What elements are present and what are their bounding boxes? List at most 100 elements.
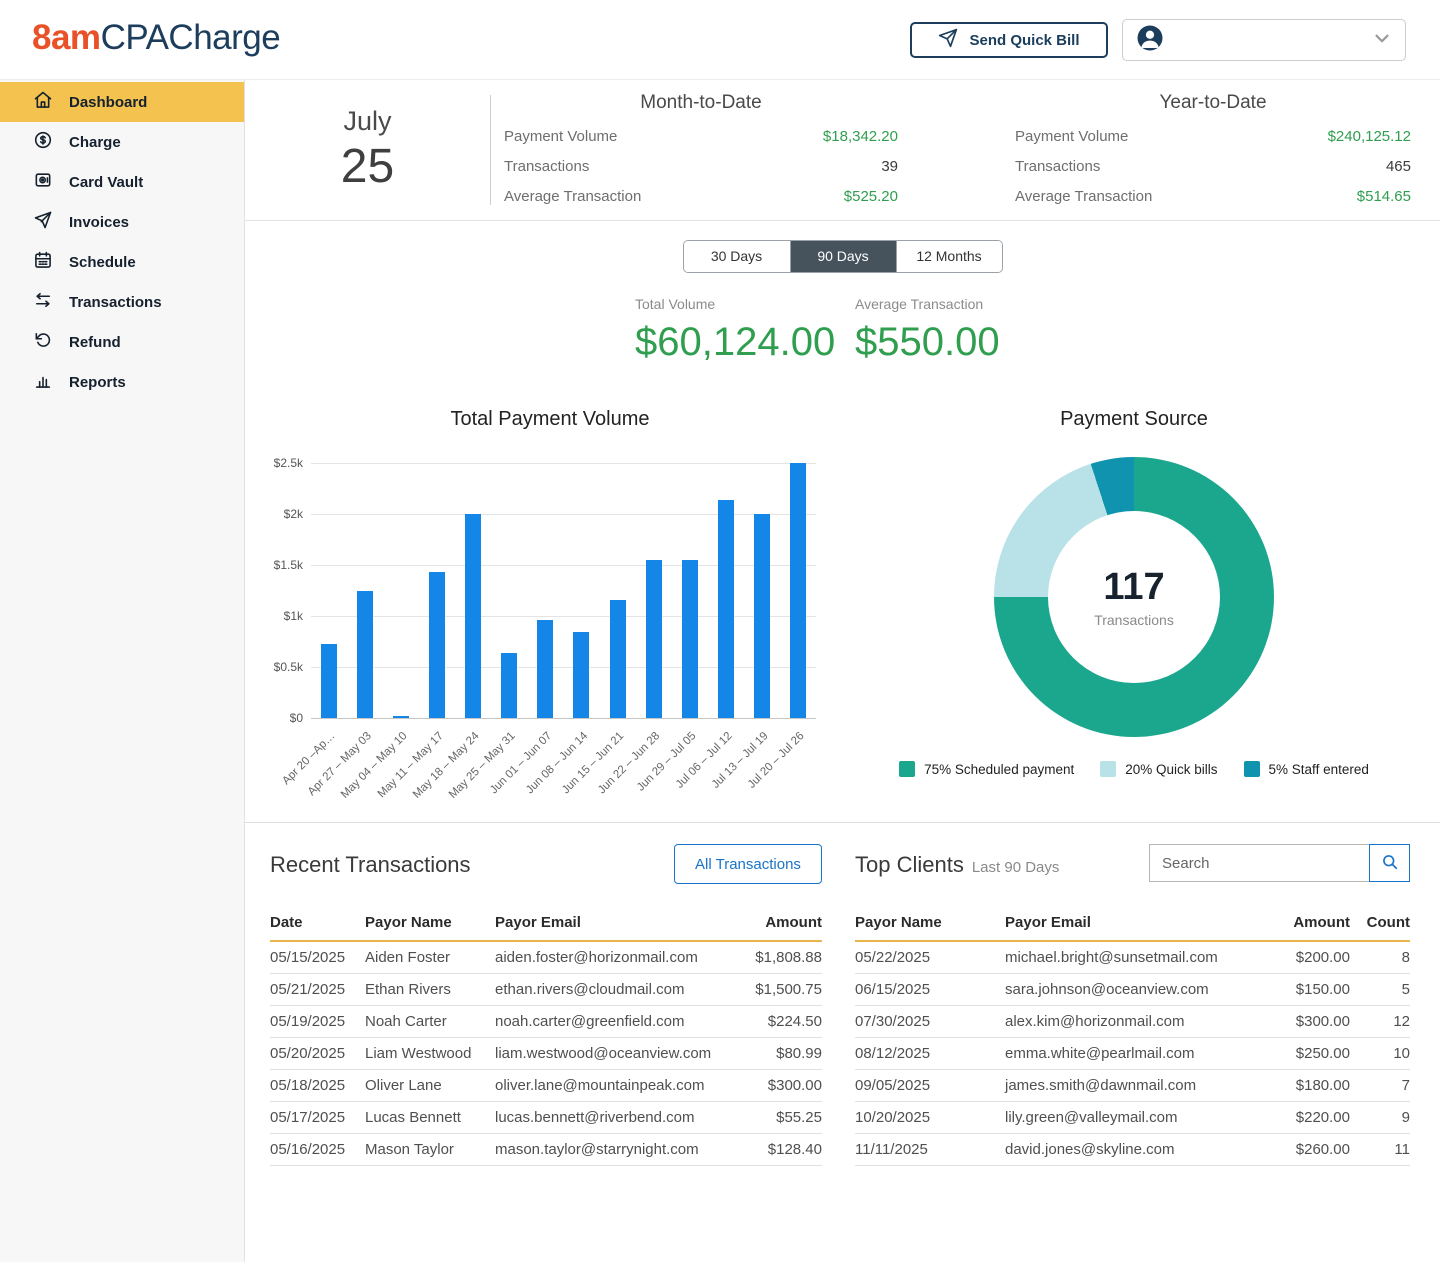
stat-value: 39 <box>881 158 898 175</box>
period-tab-group: 30 Days 90 Days 12 Months <box>683 240 1003 273</box>
table-row: 05/16/2025Mason Taylormason.taylor@starr… <box>270 1133 822 1165</box>
stat-value: $18,342.20 <box>823 128 898 145</box>
table-row: 08/12/2025emma.white@pearlmail.com$250.0… <box>855 1037 1410 1069</box>
bar <box>718 500 734 718</box>
vertical-divider <box>490 95 491 205</box>
table-cell: Oliver Lane <box>365 1069 495 1101</box>
total-volume-value: $60,124.00 <box>635 320 835 365</box>
stat-value: $514.65 <box>1357 188 1411 205</box>
stat-value: $240,125.12 <box>1328 128 1411 145</box>
x-axis-label: May 11 – May 17 <box>375 730 445 800</box>
search-icon <box>1380 852 1400 875</box>
bar <box>790 463 806 718</box>
recent-transactions-table: Date Payor Name Payor Email Amount 05/15… <box>270 906 822 1166</box>
x-axis-label: Apr 27 – May 03 <box>305 730 373 798</box>
x-axis-label: Jun 08 – Jun 14 <box>524 730 590 796</box>
table-cell: 09/05/2025 <box>855 1069 1005 1101</box>
user-avatar-icon <box>1135 23 1165 58</box>
sidebar-item-reports[interactable]: Reports <box>0 362 244 402</box>
tab-90-days[interactable]: 90 Days <box>790 241 896 272</box>
total-payment-volume-chart: Total Payment Volume $0$0.5k$1k$1.5k$2k$… <box>265 408 835 802</box>
sidebar-item-card-vault[interactable]: Card Vault <box>0 162 244 202</box>
table-cell: sara.johnson@oceanview.com <box>1005 973 1260 1005</box>
x-axis-label: May 25 – May 31 <box>447 730 518 801</box>
table-row: 11/11/2025david.jones@skyline.com$260.00… <box>855 1133 1410 1165</box>
bar <box>357 591 373 719</box>
top-clients-panel: Top ClientsLast 90 Days Payor Name Payor… <box>855 840 1410 1166</box>
bar <box>610 600 626 718</box>
table-header-row: Payor Name Payor Email Amount Count <box>855 906 1410 941</box>
table-cell: $300.00 <box>1260 1005 1350 1037</box>
send-quick-bill-label: Send Quick Bill <box>969 32 1079 49</box>
payment-source-chart: Payment Source 117 Transactions 75% Sche… <box>849 408 1419 777</box>
table-cell: mason.taylor@starrynight.com <box>495 1133 722 1165</box>
table-cell: 10 <box>1350 1037 1410 1069</box>
table-row: 10/20/2025lily.green@valleymail.com$220.… <box>855 1101 1410 1133</box>
sidebar-item-schedule[interactable]: Schedule <box>0 242 244 282</box>
chevron-down-icon <box>1371 27 1393 54</box>
sidebar-item-label: Reports <box>69 374 126 391</box>
x-axis-label: May 04 – May 10 <box>339 730 410 801</box>
top-header: 8amCPACharge Send Quick Bill <box>0 0 1440 80</box>
table-row: 05/20/2025Liam Westwoodliam.westwood@oce… <box>270 1037 822 1069</box>
table-cell: Lucas Bennett <box>365 1101 495 1133</box>
year-to-date-group: Year-to-Date Payment Volume $240,125.12 … <box>1015 92 1411 211</box>
recent-transactions-header: Recent Transactions All Transactions <box>270 840 822 892</box>
bar <box>754 514 770 718</box>
table-cell: 05/20/2025 <box>270 1037 365 1069</box>
sidebar-item-transactions[interactable]: Transactions <box>0 282 244 322</box>
bar-chart-icon <box>33 370 53 394</box>
date-day: 25 <box>245 139 490 194</box>
tab-12-months[interactable]: 12 Months <box>896 241 1002 272</box>
sidebar-item-dashboard[interactable]: Dashboard <box>0 82 244 122</box>
dashboard-page: 8amCPACharge Send Quick Bill Dashboard C… <box>0 0 1440 1262</box>
legend-swatch <box>1100 761 1116 777</box>
all-transactions-button[interactable]: All Transactions <box>674 844 822 884</box>
sidebar-item-label: Transactions <box>69 294 162 311</box>
main-content: July 25 Month-to-Date Payment Volume $18… <box>245 80 1440 1262</box>
stat-line: Average Transaction $525.20 <box>504 181 898 211</box>
table-cell: Liam Westwood <box>365 1037 495 1069</box>
sidebar-item-invoices[interactable]: Invoices <box>0 202 244 242</box>
stat-line: Transactions 39 <box>504 151 898 181</box>
table-cell: Aiden Foster <box>365 941 495 973</box>
table-cell: 05/16/2025 <box>270 1133 365 1165</box>
bar <box>465 514 481 718</box>
total-volume-label: Total Volume <box>635 296 835 312</box>
tab-30-days[interactable]: 30 Days <box>684 241 790 272</box>
vault-icon <box>33 170 53 194</box>
sidebar-item-refund[interactable]: Refund <box>0 322 244 362</box>
sidebar-item-label: Refund <box>69 334 121 351</box>
average-transaction-label: Average Transaction <box>855 296 1000 312</box>
app-logo: 8amCPACharge <box>32 18 280 58</box>
table-cell: $80.99 <box>722 1037 822 1069</box>
user-account-dropdown[interactable] <box>1122 19 1406 61</box>
period-tabs-row: 30 Days 90 Days 12 Months <box>245 240 1440 273</box>
bar <box>429 572 445 718</box>
bar <box>573 632 589 718</box>
total-volume-summary: Total Volume $60,124.00 <box>635 296 835 365</box>
sidebar-item-charge[interactable]: Charge <box>0 122 244 162</box>
transaction-count-label: Transactions <box>1094 612 1174 628</box>
column-header-amount: Amount <box>1260 906 1350 941</box>
table-cell: 12 <box>1350 1005 1410 1037</box>
table-cell: liam.westwood@oceanview.com <box>495 1037 722 1069</box>
sidebar-item-label: Card Vault <box>69 174 143 191</box>
send-quick-bill-button[interactable]: Send Quick Bill <box>910 22 1108 58</box>
table-cell: $1,500.75 <box>722 973 822 1005</box>
undo-arrow-icon <box>33 330 53 354</box>
y-axis-tick: $2.5k <box>274 456 303 470</box>
search-input[interactable] <box>1149 844 1369 882</box>
legend-swatch <box>899 761 915 777</box>
table-cell: 11/11/2025 <box>855 1133 1005 1165</box>
group-title: Month-to-Date <box>504 92 898 114</box>
bar <box>321 644 337 718</box>
table-cell: 9 <box>1350 1101 1410 1133</box>
legend-label: 20% Quick bills <box>1125 762 1217 777</box>
table-cell: $220.00 <box>1260 1101 1350 1133</box>
column-header-count: Count <box>1350 906 1410 941</box>
stats-header: July 25 Month-to-Date Payment Volume $18… <box>245 80 1440 221</box>
logo-8am: 8am <box>32 18 101 57</box>
table-cell: 11 <box>1350 1133 1410 1165</box>
search-button[interactable] <box>1369 844 1410 882</box>
